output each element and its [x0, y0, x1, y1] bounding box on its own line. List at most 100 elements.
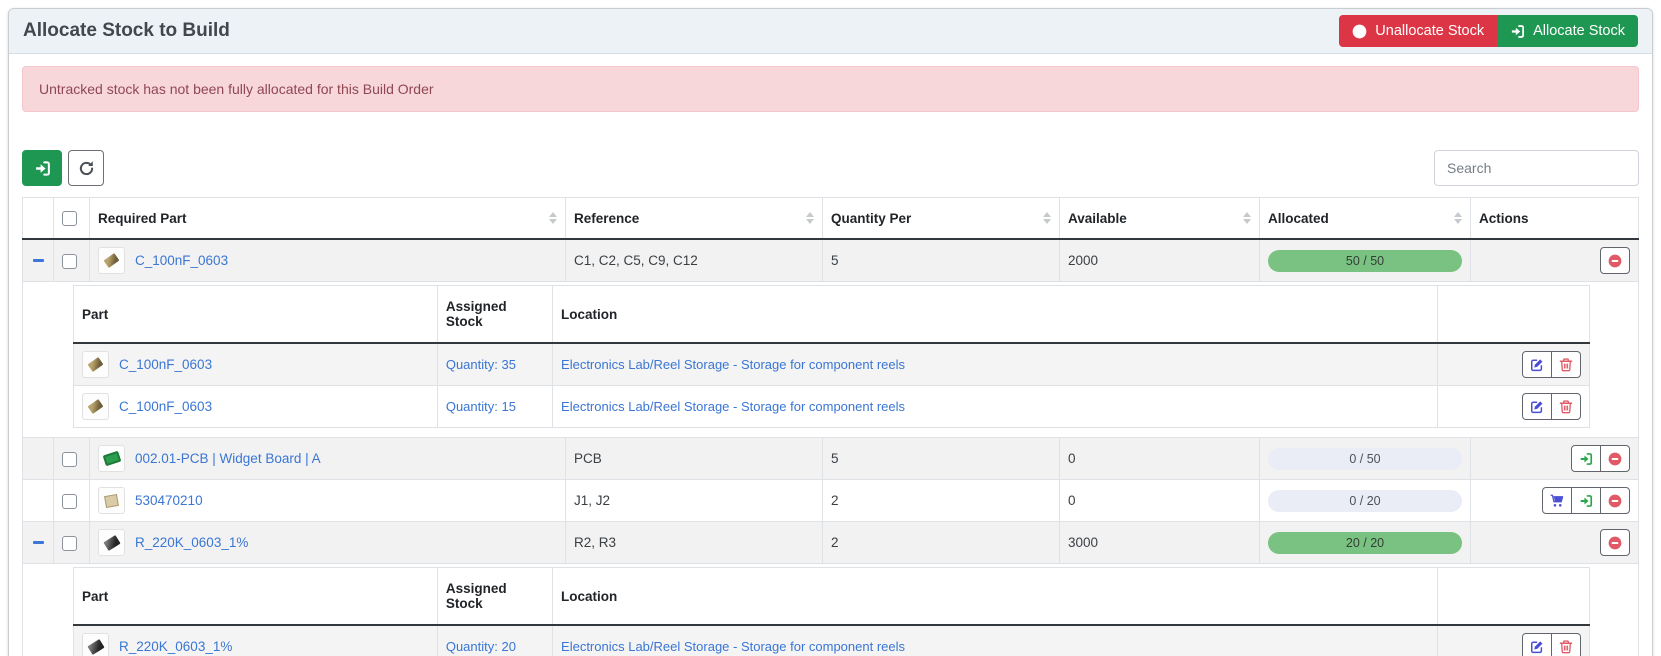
part-link[interactable]: C_100nF_0603 [135, 253, 228, 268]
row-actions [1542, 487, 1630, 514]
col-label: Reference [574, 211, 639, 226]
collapse-row-button[interactable] [31, 539, 45, 546]
col-label: Required Part [98, 211, 187, 226]
available-cell: 3000 [1060, 522, 1260, 564]
col-available[interactable]: Available [1060, 198, 1260, 239]
location-link[interactable]: Electronics Lab/Reel Storage - Storage f… [561, 357, 905, 372]
allocate-stock-button[interactable]: Allocate Stock [1497, 15, 1638, 47]
allocations-subtable: Part Assigned Stock Location R_220K_0603… [73, 567, 1590, 656]
table-row: C_100nF_0603 C1, C2, C5, C9, C12 5 2000 … [23, 239, 1639, 282]
col-required-part[interactable]: Required Part [90, 198, 566, 239]
allocation-actions [1522, 633, 1581, 656]
assigned-stock-link[interactable]: Quantity: 35 [446, 357, 516, 372]
part-thumbnail [98, 247, 125, 274]
part-thumbnail [98, 487, 125, 514]
order-stock-button[interactable] [1542, 487, 1572, 514]
expand-column-header [23, 198, 54, 239]
sub-col-location: Location [553, 286, 1438, 344]
panel-body: Untracked stock has not been fully alloc… [9, 54, 1652, 656]
available-cell: 2000 [1060, 239, 1260, 282]
unallocate-row-button[interactable] [1600, 487, 1630, 514]
part-thumbnail [82, 633, 109, 656]
trash-icon [1559, 400, 1573, 414]
capacitor-image [88, 357, 104, 372]
part-link[interactable]: R_220K_0603_1% [135, 535, 248, 550]
minus-circle-icon [1608, 254, 1622, 268]
row-checkbox[interactable] [62, 536, 77, 551]
location-link[interactable]: Electronics Lab/Reel Storage - Storage f… [561, 399, 905, 414]
auto-allocate-button[interactable] [22, 150, 62, 186]
trash-icon [1559, 358, 1573, 372]
sort-icon [549, 212, 557, 224]
quantity-per-cell: 5 [823, 438, 1060, 480]
row-checkbox[interactable] [62, 254, 77, 269]
part-link[interactable]: C_100nF_0603 [119, 357, 212, 372]
header-action-buttons: Unallocate Stock Allocate Stock [1339, 15, 1638, 47]
delete-allocation-button[interactable] [1551, 393, 1581, 420]
col-label: Available [1068, 211, 1127, 226]
allocated-progress: 50 / 50 [1268, 250, 1462, 272]
unallocate-stock-button[interactable]: Unallocate Stock [1339, 15, 1497, 47]
part-thumbnail [82, 351, 109, 378]
part-link[interactable]: C_100nF_0603 [119, 399, 212, 414]
part-link[interactable]: 530470210 [135, 493, 203, 508]
subtable-header-row: Part Assigned Stock Location [74, 568, 1590, 626]
edit-allocation-button[interactable] [1522, 633, 1552, 656]
sort-icon [806, 212, 814, 224]
sort-icon [1454, 212, 1462, 224]
panel-heading: Allocate Stock to Build Unallocate Stock… [9, 9, 1652, 54]
collapse-row-button[interactable] [31, 257, 45, 264]
sub-col-location: Location [553, 568, 1438, 626]
part-link[interactable]: 002.01-PCB | Widget Board | A [135, 451, 321, 466]
col-reference[interactable]: Reference [566, 198, 823, 239]
row-actions [1600, 247, 1630, 274]
subtable-header-row: Part Assigned Stock Location [74, 286, 1590, 344]
unallocate-row-button[interactable] [1600, 529, 1630, 556]
col-actions: Actions [1471, 198, 1639, 239]
row-checkbox[interactable] [62, 452, 77, 467]
minus-circle-icon [1608, 494, 1622, 508]
edit-allocation-button[interactable] [1522, 351, 1552, 378]
allocation-actions [1522, 351, 1581, 378]
connector-image [104, 494, 119, 508]
assigned-stock-link[interactable]: Quantity: 20 [446, 639, 516, 654]
sort-icon [1043, 212, 1051, 224]
col-quantity-per[interactable]: Quantity Per [823, 198, 1060, 239]
row-checkbox[interactable] [62, 494, 77, 509]
allocate-row-button[interactable] [1571, 445, 1601, 472]
part-thumbnail [98, 445, 125, 472]
pcb-image [102, 451, 121, 466]
allocations-subtable: Part Assigned Stock Location C_100nF_060… [73, 285, 1590, 428]
allocate-stock-panel: Allocate Stock to Build Unallocate Stock… [8, 8, 1653, 656]
part-link[interactable]: R_220K_0603_1% [119, 639, 232, 654]
search-input[interactable] [1434, 150, 1639, 186]
refresh-button[interactable] [68, 150, 104, 186]
allocation-row: C_100nF_0603 Quantity: 15 Electronics La… [74, 386, 1590, 428]
delete-allocation-button[interactable] [1551, 351, 1581, 378]
col-allocated[interactable]: Allocated [1260, 198, 1471, 239]
available-cell: 0 [1060, 438, 1260, 480]
assigned-stock-link[interactable]: Quantity: 15 [446, 399, 516, 414]
table-row: R_220K_0603_1% R2, R3 2 3000 20 / 20 [23, 522, 1639, 564]
resistor-image [103, 535, 120, 551]
delete-allocation-button[interactable] [1551, 633, 1581, 656]
unallocate-row-button[interactable] [1600, 247, 1630, 274]
capacitor-image [88, 399, 104, 414]
sort-icon [1243, 212, 1251, 224]
location-link[interactable]: Electronics Lab/Reel Storage - Storage f… [561, 639, 905, 654]
edit-allocation-button[interactable] [1522, 393, 1552, 420]
allocate-row-button[interactable] [1571, 487, 1601, 514]
shopping-cart-icon [1550, 494, 1564, 508]
allocations-detail-row: Part Assigned Stock Location R_220K_0603… [23, 564, 1639, 656]
unallocate-row-button[interactable] [1600, 445, 1630, 472]
allocation-row: C_100nF_0603 Quantity: 35 Electronics La… [74, 343, 1590, 386]
minus-icon [33, 259, 44, 262]
reference-cell: R2, R3 [566, 522, 823, 564]
table-toolbar [22, 150, 1639, 186]
select-all-checkbox[interactable] [62, 211, 77, 226]
allocated-progress: 0 / 50 [1268, 448, 1462, 470]
row-actions [1600, 529, 1630, 556]
minus-icon [33, 541, 44, 544]
page-title: Allocate Stock to Build [23, 20, 230, 42]
sub-col-actions [1438, 568, 1590, 626]
